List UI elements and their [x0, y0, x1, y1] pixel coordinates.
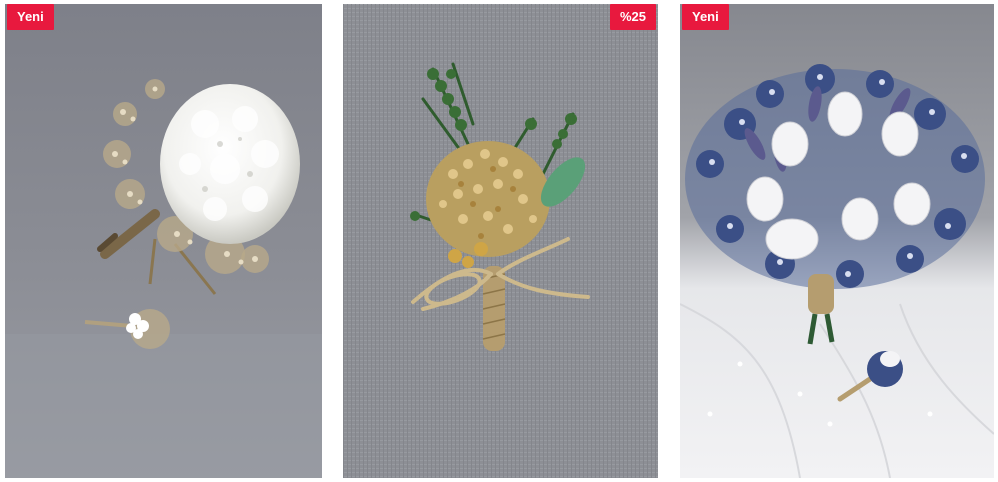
product-image[interactable] [680, 4, 994, 478]
product-card-2[interactable]: %25 [343, 4, 658, 478]
product-card-3[interactable]: Yeni [680, 4, 994, 478]
discount-badge: %25 [609, 4, 656, 30]
product-image[interactable] [5, 4, 322, 478]
new-badge: Yeni [682, 4, 729, 30]
new-badge: Yeni [7, 4, 54, 30]
product-card-1[interactable]: Yeni [5, 4, 322, 478]
product-image[interactable] [343, 4, 658, 478]
